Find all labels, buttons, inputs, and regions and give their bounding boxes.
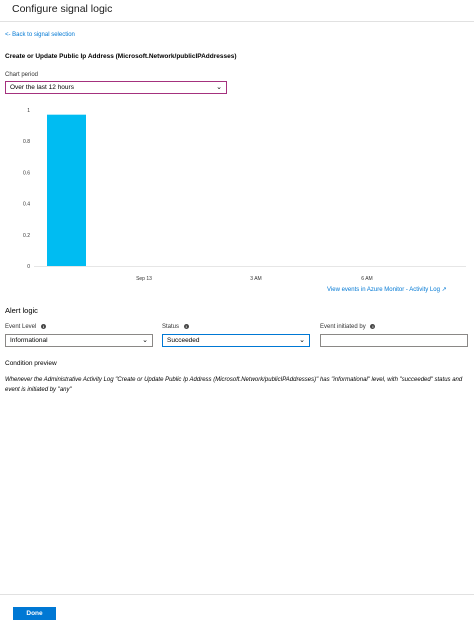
event-initiated-by-input[interactable] — [320, 334, 468, 347]
chart-period-value: Over the last 12 hours — [10, 84, 74, 91]
event-level-label-row: Event Level i — [5, 324, 47, 331]
info-icon[interactable]: i — [41, 324, 47, 329]
condition-preview-text: Whenever the Administrative Activity Log… — [5, 377, 463, 393]
initiated-by-label: Event initiated by — [320, 324, 366, 331]
event-level-label: Event Level — [5, 324, 37, 331]
status-value: Succeeded — [167, 337, 200, 344]
alert-logic-heading: Alert logic — [5, 306, 38, 315]
event-level-value: Informational — [10, 337, 48, 344]
chevron-down-icon: ⌄ — [299, 337, 305, 344]
chart-svg: 1 0.8 0.6 0.4 0.2 0 Sep 13 3 AM 6 AM — [23, 108, 466, 282]
initiated-by-label-row: Event initiated by i — [320, 324, 376, 331]
chart-period-label: Chart period — [5, 72, 39, 78]
chevron-down-icon: ⌄ — [216, 84, 222, 91]
chart-period-dropdown[interactable]: Over the last 12 hours ⌄ — [5, 81, 227, 94]
done-button[interactable]: Done — [13, 607, 56, 620]
status-label: Status — [162, 324, 180, 331]
activity-log-link-text: View events in Azure Monitor - Activity … — [327, 287, 440, 293]
condition-preview-heading: Condition preview — [5, 360, 57, 367]
y-tick-label: 0.8 — [23, 139, 30, 145]
event-level-dropdown[interactable]: Informational ⌄ — [5, 334, 153, 347]
page-title: Configure signal logic — [12, 3, 113, 15]
chevron-down-icon: ⌄ — [142, 337, 148, 344]
chart-bar[interactable] — [47, 114, 86, 267]
view-events-activity-log-link[interactable]: View events in Azure Monitor - Activity … — [327, 286, 447, 293]
y-tick-label: 0.4 — [23, 202, 30, 208]
x-tick-label: 3 AM — [250, 276, 261, 282]
y-tick-label: 0.6 — [23, 170, 30, 176]
y-tick-label: 0 — [27, 264, 30, 270]
status-label-row: Status i — [162, 324, 189, 330]
x-tick-label: Sep 13 — [136, 276, 152, 282]
x-tick-label: 6 AM — [361, 276, 372, 282]
info-icon[interactable]: i — [370, 324, 376, 329]
y-tick-label: 0.2 — [23, 233, 30, 239]
external-link-icon: ↗ — [441, 287, 447, 293]
status-dropdown[interactable]: Succeeded ⌄ — [162, 334, 310, 347]
activity-chart: 1 0.8 0.6 0.4 0.2 0 Sep 13 3 AM 6 AM — [0, 104, 474, 284]
footer-divider — [0, 594, 474, 595]
info-icon[interactable]: i — [183, 324, 189, 329]
signal-name-heading: Create or Update Public Ip Address (Micr… — [5, 53, 237, 60]
y-tick-label: 1 — [27, 108, 30, 114]
blade-header: Configure signal logic — [0, 0, 474, 22]
back-to-signal-selection-link[interactable]: <- Back to signal selection — [5, 32, 75, 38]
